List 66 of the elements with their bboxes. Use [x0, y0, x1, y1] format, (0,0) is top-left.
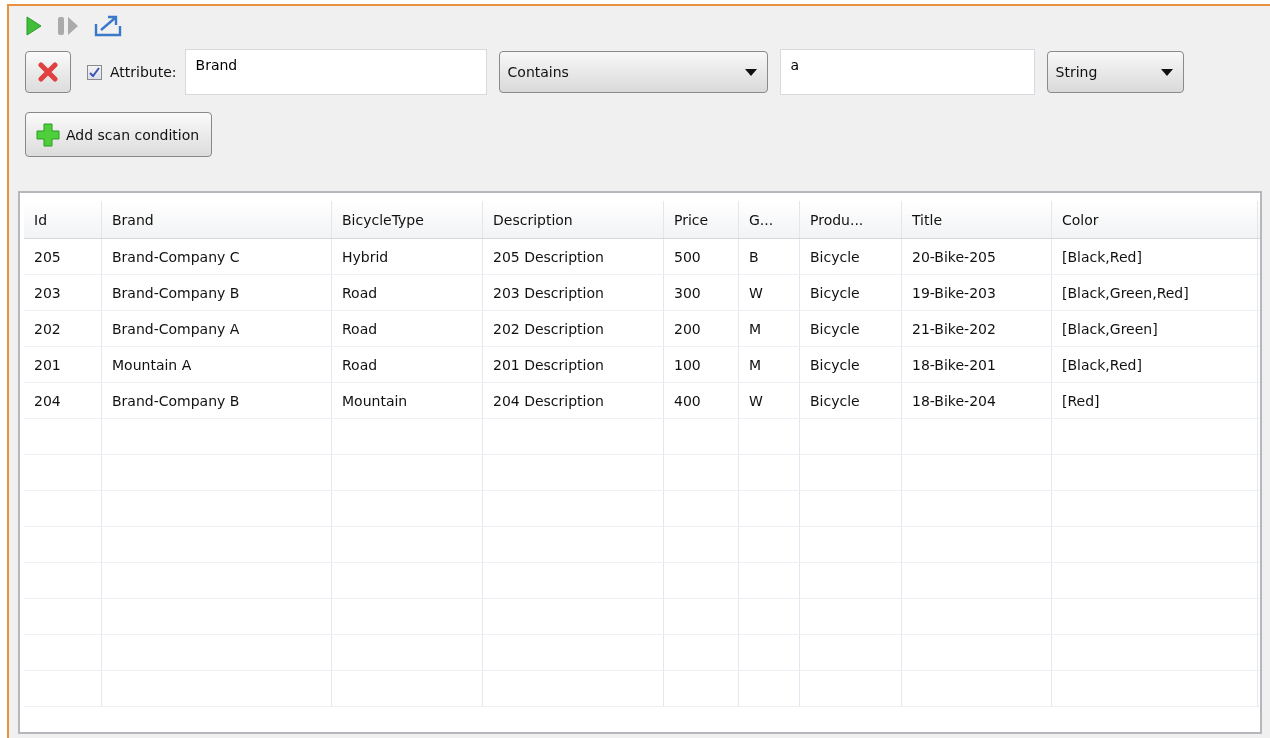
column-header[interactable]: Title [902, 201, 1052, 238]
table-cell: [Black,Red] [1052, 347, 1258, 382]
value-field[interactable]: a [779, 49, 1035, 95]
table-cell: 100 [664, 347, 739, 382]
table-cell: 202 Description [483, 311, 664, 346]
table-cell: M [739, 347, 800, 382]
table-cell: W [739, 383, 800, 418]
table-cell: 203 Description [483, 275, 664, 310]
table-cell: Road [332, 275, 483, 310]
table-cell: [Black,Red] [1052, 239, 1258, 274]
table-cell: 500 [664, 239, 739, 274]
table-cell: 200 [664, 311, 739, 346]
table-cell: Bicycle [800, 275, 902, 310]
column-header[interactable]: Brand [102, 201, 332, 238]
column-header[interactable]: BicycleType [332, 201, 483, 238]
close-icon [38, 62, 58, 82]
table-cell: 201 Description [483, 347, 664, 382]
table-cell: [Red] [1052, 383, 1258, 418]
table-cell: [Black,Green,Red] [1052, 275, 1258, 310]
table-cell: 400 [664, 383, 739, 418]
table-cell: 18-Bike-201 [902, 347, 1052, 382]
add-scan-condition-button[interactable]: Add scan condition [25, 112, 213, 157]
attribute-label: Attribute: [110, 64, 177, 80]
column-header[interactable]: Price [664, 201, 739, 238]
type-dropdown[interactable]: String [1046, 51, 1184, 93]
table-cell: Hybrid [332, 239, 483, 274]
table-cell: 300 [664, 275, 739, 310]
column-header[interactable]: Produ... [800, 201, 902, 238]
table-cell: M [739, 311, 800, 346]
table-cell: 201 [24, 347, 102, 382]
table-cell: 20-Bike-205 [902, 239, 1052, 274]
operator-dropdown[interactable]: Contains [498, 51, 768, 93]
table-cell: Mountain [332, 383, 483, 418]
table-cell: Road [332, 347, 483, 382]
table-cell: W [739, 275, 800, 310]
column-header[interactable]: G... [739, 201, 800, 238]
delete-button[interactable] [25, 51, 71, 93]
table-cell: 205 Description [483, 239, 664, 274]
table-cell: Bicycle [800, 347, 902, 382]
export-icon[interactable] [93, 14, 123, 38]
play-icon[interactable] [25, 15, 43, 37]
table-cell: Bicycle [800, 311, 902, 346]
table-cell: 204 [24, 383, 102, 418]
table-cell: Bicycle [800, 239, 902, 274]
table-cell: Brand-Company B [102, 383, 332, 418]
table-cell: Brand-Company C [102, 239, 332, 274]
table-cell: [Black,Green] [1052, 311, 1258, 346]
attribute-field[interactable]: Brand [184, 49, 487, 95]
column-header[interactable]: Id [24, 201, 102, 238]
table-cell: 18-Bike-204 [902, 383, 1052, 418]
table-cell: 204 Description [483, 383, 664, 418]
column-header[interactable]: Description [483, 201, 664, 238]
column-header[interactable]: Color [1052, 201, 1258, 238]
table-cell: 205 [24, 239, 102, 274]
table-cell: 202 [24, 311, 102, 346]
table-cell: Bicycle [800, 383, 902, 418]
plus-icon [36, 122, 60, 147]
table-cell: Road [332, 311, 483, 346]
table-cell: 203 [24, 275, 102, 310]
table-cell: B [739, 239, 800, 274]
table-cell: Brand-Company B [102, 275, 332, 310]
table-cell: Brand-Company A [102, 311, 332, 346]
table-cell: Mountain A [102, 347, 332, 382]
table-cell: 19-Bike-203 [902, 275, 1052, 310]
enabled-checkbox[interactable] [87, 64, 102, 80]
table-cell: 21-Bike-202 [902, 311, 1052, 346]
